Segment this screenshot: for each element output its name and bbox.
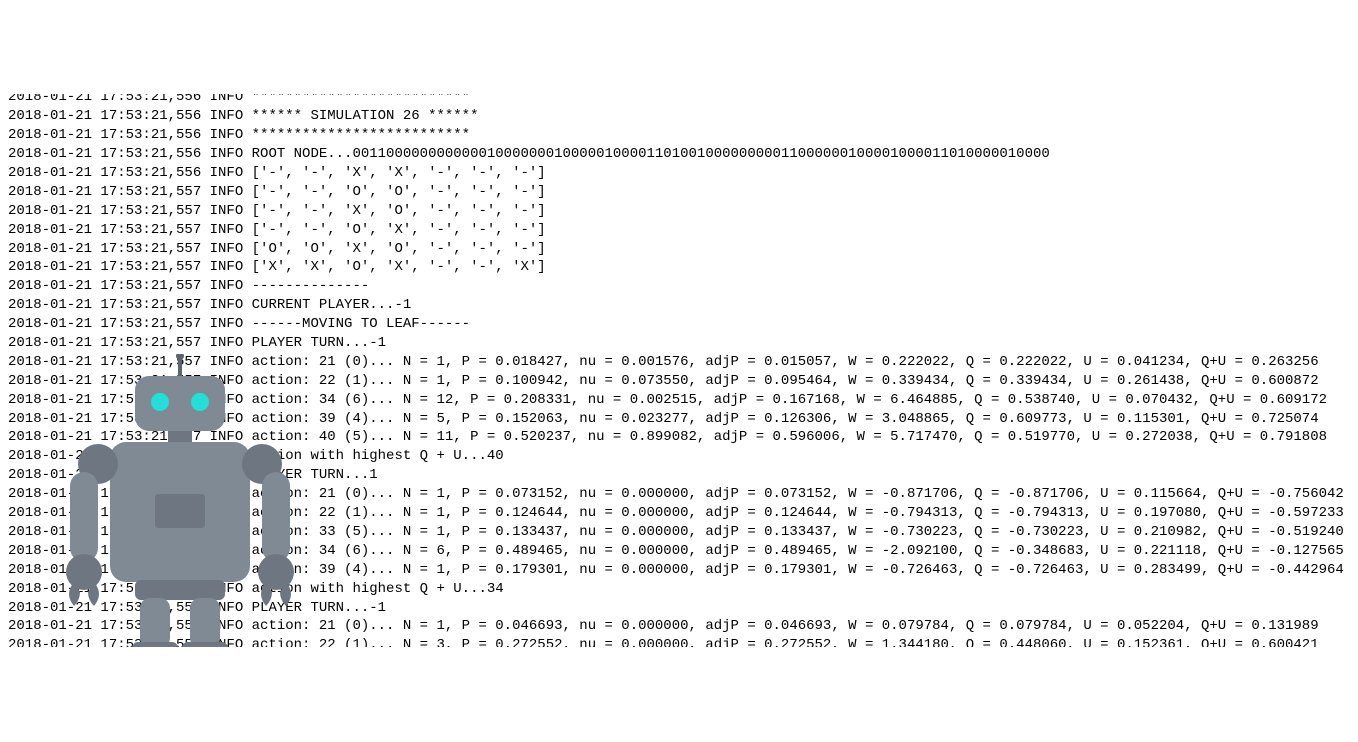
log-line: 2018-01-21 17:53:21,557 INFO ['-', '-', … [8,183,1344,202]
log-output: 2018-01-21 17:53:21,556 INFO ***********… [8,94,1344,647]
log-line: 2018-01-21 17:53:21,557 INFO ['-', '-', … [8,202,1344,221]
log-line: 2018-01-21 17:53:21,556 INFO ['-', '-', … [8,164,1344,183]
log-line: 2018-01-21 17:53:21,557 INFO ['-', '-', … [8,221,1344,240]
log-line: 2018-01-21 17:53:21,557 INFO ['O', 'O', … [8,240,1344,259]
log-line: 2018-01-21 17:53:21,557 INFO CURRENT PLA… [8,296,1344,315]
log-line: 2018-01-21 17:53:21,557 INFO PLAYER TURN… [8,466,1344,485]
log-line: 2018-01-21 17:53:21,556 INFO ***********… [8,94,1344,107]
log-line: 2018-01-21 17:53:21,557 INFO action with… [8,580,1344,599]
log-line: 2018-01-21 17:53:21,557 INFO action: 22 … [8,504,1344,523]
log-line: 2018-01-21 17:53:21,557 INFO ['X', 'X', … [8,258,1344,277]
log-line: 2018-01-21 17:53:21,557 INFO action: 40 … [8,428,1344,447]
log-line: 2018-01-21 17:53:21,556 INFO ****** SIMU… [8,107,1344,126]
log-line: 2018-01-21 17:53:21,557 INFO action: 21 … [8,617,1344,636]
log-line: 2018-01-21 17:53:21,557 INFO action: 39 … [8,410,1344,429]
log-line: 2018-01-21 17:53:21,557 INFO ------MOVIN… [8,315,1344,334]
log-line: 2018-01-21 17:53:21,557 INFO PLAYER TURN… [8,334,1344,353]
log-line: 2018-01-21 17:53:21,557 INFO action with… [8,447,1344,466]
log-line: 2018-01-21 17:53:21,557 INFO action: 34 … [8,391,1344,410]
log-line: 2018-01-21 17:53:21,557 INFO action: 22 … [8,636,1344,647]
log-line: 2018-01-21 17:53:21,557 INFO action: 22 … [8,372,1344,391]
log-line: 2018-01-21 17:53:21,557 INFO action: 33 … [8,523,1344,542]
log-line: 2018-01-21 17:53:21,557 INFO action: 34 … [8,542,1344,561]
screenshot-viewport: 2018-01-21 17:53:21,556 INFO ***********… [0,94,1358,647]
log-line: 2018-01-21 17:53:21,556 INFO ***********… [8,126,1344,145]
log-line: 2018-01-21 17:53:21,557 INFO action: 39 … [8,561,1344,580]
log-line: 2018-01-21 17:53:21,557 INFO action: 21 … [8,485,1344,504]
log-line: 2018-01-21 17:53:21,557 INFO action: 21 … [8,353,1344,372]
log-line: 2018-01-21 17:53:21,557 INFO -----------… [8,277,1344,296]
log-line: 2018-01-21 17:53:21,556 INFO ROOT NODE..… [8,145,1344,164]
log-line: 2018-01-21 17:53:21,557 INFO PLAYER TURN… [8,599,1344,618]
